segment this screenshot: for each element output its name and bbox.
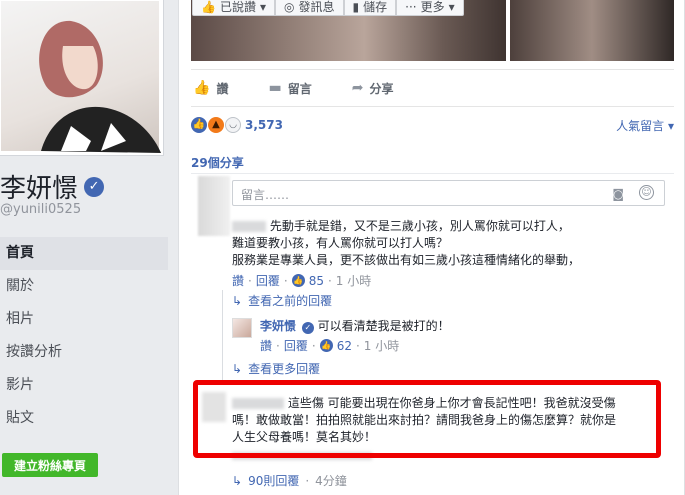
view-more-replies[interactable]: ↳ 查看更多回覆 xyxy=(232,360,320,377)
page-username: @yunili0525 xyxy=(0,202,82,217)
separator-dot: · xyxy=(305,473,310,488)
create-page-button[interactable]: 建立粉絲專頁 xyxy=(2,453,98,477)
comment-2-timestamp: 4分鐘 xyxy=(315,474,347,488)
more-button-label: 更多 xyxy=(420,0,445,14)
nav-item-about[interactable]: 關於 xyxy=(0,270,168,303)
liked-button[interactable]: 👍 已說讚 ▾ xyxy=(192,0,275,16)
comment-1-meta: 讚 · 回覆 · 👍 85 · 1 小時 xyxy=(232,272,371,289)
message-button[interactable]: ◎ 發訊息 xyxy=(275,0,344,16)
reply-1-author[interactable]: 李妍憬 xyxy=(260,319,296,333)
share-action-label: 分享 xyxy=(369,81,394,96)
pumpkin-reaction-icon: ▲ xyxy=(208,117,224,133)
share-count-link[interactable]: 29個分享 xyxy=(191,154,244,171)
messenger-icon: ◎ xyxy=(284,0,295,14)
reply-1-like-link[interactable]: 讚 xyxy=(260,337,272,354)
comment-input-placeholder: 留言…… xyxy=(241,188,290,202)
nav-item-videos[interactable]: 影片 xyxy=(0,369,168,402)
save-button[interactable]: ▮ 儲存 xyxy=(343,0,397,16)
separator-dot: · xyxy=(311,338,316,353)
page-name: 李妍憬 ✓ xyxy=(0,168,105,205)
reply-count-label: 90則回覆 xyxy=(248,474,300,488)
post-photo-2[interactable] xyxy=(510,0,674,61)
reply-1-reply-link[interactable]: 回覆 xyxy=(284,337,308,354)
thumbs-up-icon: 👍 xyxy=(193,80,211,96)
reply-1-body: 可以看清楚我是被打的！ xyxy=(317,319,450,333)
blurred-author-name xyxy=(232,221,266,232)
liked-button-label: 已說讚 xyxy=(219,0,256,14)
comment-1-timestamp[interactable]: 1 小時 xyxy=(336,272,371,289)
comment-1-line-3-wrap: 服務業是專業人員，更不該做出有如三歲小孩這種情緒化的舉動， xyxy=(232,252,580,269)
nav-item-posts[interactable]: 貼文 xyxy=(0,402,168,435)
separator-dot: · xyxy=(276,338,280,353)
share-action[interactable]: ➦ 分享 xyxy=(352,80,394,97)
comment-1-line-2: 難道要教小孩，有人罵你就可以打人嗎？ xyxy=(232,236,449,250)
separator-dot: · xyxy=(327,273,332,288)
reply-thread-line xyxy=(222,290,223,380)
reply-1-meta: 讚 · 回覆 · 👍 62 · 1 小時 xyxy=(260,337,399,354)
post-action-bar: 👍 讚 ▬ 留言 ➦ 分享 xyxy=(191,69,674,107)
view-more-replies-label: 查看更多回覆 xyxy=(248,362,321,376)
profile-photo-illustration xyxy=(39,20,161,153)
save-button-label: 儲存 xyxy=(363,0,388,14)
divider xyxy=(191,173,674,174)
reply-arrow-icon: ↳ xyxy=(232,473,243,488)
caret-down-icon: ▾ xyxy=(667,118,674,133)
left-column: 李妍憬 ✓ @yunili0525 首頁 關於 相片 按讚分析 影片 貼文 建立… xyxy=(0,0,168,495)
comment-input[interactable]: 留言…… ◙ ☺ xyxy=(232,180,665,206)
thumbs-up-icon: 👍 xyxy=(201,0,216,14)
view-replies-count[interactable]: ↳ 90則回覆 · 4分鐘 xyxy=(232,472,347,489)
comment-sort-label: 人氣留言 xyxy=(616,118,665,133)
comment-bubble-icon: ▬ xyxy=(268,80,282,96)
bookmark-icon: ▮ xyxy=(352,0,360,14)
profile-picture[interactable] xyxy=(0,0,164,156)
comment-1-line-2-wrap: 難道要教小孩，有人罵你就可以打人嗎？ xyxy=(232,235,448,252)
more-dots-icon: ··· xyxy=(405,0,417,14)
comment-action-label: 留言 xyxy=(287,81,312,96)
nav-item-home[interactable]: 首頁 xyxy=(0,237,168,270)
reaction-count[interactable]: 3,573 xyxy=(245,118,283,132)
like-action[interactable]: 👍 讚 xyxy=(193,80,228,97)
reply-author-avatar[interactable] xyxy=(232,318,252,338)
comment-1-line-1: 先動手就是錯，又不是三歲小孩，別人罵你就可以打人， xyxy=(269,219,570,233)
camera-icon[interactable]: ◙ xyxy=(612,187,624,201)
share-arrow-icon: ➦ xyxy=(351,80,364,96)
reply-arrow-icon: ↳ xyxy=(232,361,243,376)
verified-badge-icon: ✓ xyxy=(84,176,105,197)
comment-1-text: 先動手就是錯，又不是三歲小孩，別人罵你就可以打人， xyxy=(232,218,570,235)
comment-1-like-count[interactable]: 85 xyxy=(309,274,324,288)
comment-1-line-3: 服務業是專業人員，更不該做出有如三歲小孩這種情緒化的舉動， xyxy=(232,253,581,267)
like-reaction-icon: 👍 xyxy=(191,117,207,133)
separator-dot: · xyxy=(283,273,288,288)
highlight-annotation xyxy=(193,380,661,458)
page-toolbar: 👍 已說讚 ▾ ◎ 發訊息 ▮ 儲存 ··· 更多 ▾ xyxy=(192,0,464,16)
reply-arrow-icon: ↳ xyxy=(232,293,243,308)
comment-1-reply-link[interactable]: 回覆 xyxy=(256,272,280,289)
comment-1-like-link[interactable]: 讚 xyxy=(232,272,244,289)
page-name-text: 李妍憬 xyxy=(0,174,79,204)
reply-1-timestamp[interactable]: 1 小時 xyxy=(364,337,399,354)
like-count-icon: 👍 xyxy=(291,274,305,287)
view-previous-replies[interactable]: ↳ 查看之前的回覆 xyxy=(232,292,332,309)
verified-badge-icon: ✓ xyxy=(301,322,314,334)
comment-action[interactable]: ▬ 留言 xyxy=(268,80,311,97)
nav-item-likes[interactable]: 按讚分析 xyxy=(0,336,168,369)
message-button-label: 發訊息 xyxy=(298,0,335,14)
separator-dot: · xyxy=(355,338,360,353)
reply-1-like-count[interactable]: 62 xyxy=(337,339,352,353)
caret-down-icon: ▾ xyxy=(259,0,266,14)
like-count-icon: 👍 xyxy=(319,339,333,352)
emoji-icon[interactable]: ☺ xyxy=(639,185,654,200)
blurred-avatar xyxy=(198,176,230,236)
nav-item-photos[interactable]: 相片 xyxy=(0,303,168,336)
separator-dot: · xyxy=(248,273,252,288)
reactions-summary: 👍 ▲ ◡ 3,573 人氣留言 ▾ xyxy=(191,115,674,135)
caret-down-icon: ▾ xyxy=(448,0,455,14)
view-previous-replies-label: 查看之前的回覆 xyxy=(248,294,333,308)
like-action-label: 讚 xyxy=(216,81,229,96)
reply-1-text: 李妍憬 ✓ 可以看清楚我是被打的！ xyxy=(260,318,450,335)
more-button[interactable]: ··· 更多 ▾ xyxy=(396,0,464,16)
comment-sort-dropdown[interactable]: 人氣留言 ▾ xyxy=(616,117,674,134)
ghost-reaction-icon: ◡ xyxy=(225,117,241,133)
page-nav: 首頁 關於 相片 按讚分析 影片 貼文 xyxy=(0,237,168,435)
